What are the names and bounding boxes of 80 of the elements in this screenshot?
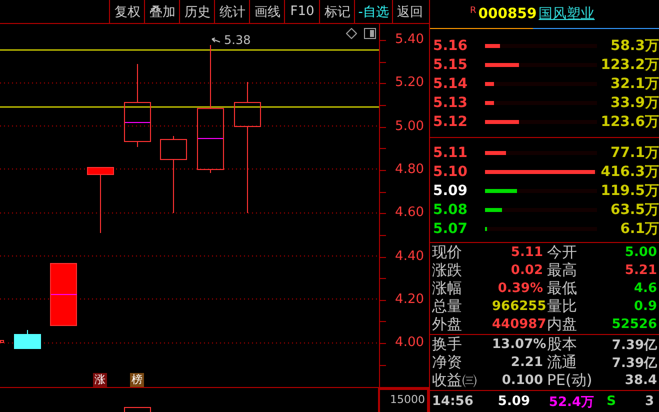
trade-count: 3 <box>644 394 654 409</box>
order-price: 5.13 <box>433 94 469 110</box>
stat-value: 5.21 <box>624 263 657 278</box>
stat-label: 总量 <box>432 297 463 316</box>
price-axis-label: 4.00 <box>395 336 424 350</box>
stat-value: 7.39亿 <box>610 336 657 354</box>
order-price: 5.11 <box>433 144 469 160</box>
order-volume: 119.5万 <box>600 182 659 200</box>
stat-label: 外盘 <box>432 315 463 334</box>
stat-value: 0.100 <box>500 373 543 388</box>
stat-label: 净资 <box>432 353 463 372</box>
order-volume: 58.3万 <box>609 36 659 54</box>
order-volume: 123.2万 <box>600 56 659 74</box>
stat-label: 换手 <box>432 335 463 354</box>
order-volume: 32.1万 <box>609 74 659 92</box>
trade-side: S <box>606 394 616 409</box>
panel-toggle-icon[interactable] <box>364 28 376 39</box>
price-axis-label: 5.40 <box>395 33 424 47</box>
stat-value: 0.39% <box>496 281 543 296</box>
order-price: 5.15 <box>433 56 469 72</box>
stat-label: 流通 <box>546 353 578 372</box>
price-axis-label: 4.40 <box>395 250 424 264</box>
stat-value: 5.00 <box>624 245 657 260</box>
order-volume: 123.6万 <box>600 112 659 130</box>
trade-volume: 52.4万 <box>548 394 594 410</box>
trade-price: 5.09 <box>496 394 530 409</box>
order-volume: 33.9万 <box>609 94 659 112</box>
stock-name[interactable]: 国风塑业 <box>538 5 595 23</box>
stat-value: 0.02 <box>510 263 543 278</box>
order-price: 5.07 <box>433 220 469 236</box>
stat-value: 52526 <box>610 317 657 332</box>
stat-value: 966255 <box>492 299 543 314</box>
price-axis-label: 4.60 <box>395 206 424 220</box>
order-volume: 6.1万 <box>619 220 659 238</box>
event-tag[interactable]: 涨 <box>93 373 107 387</box>
stat-label: 收益㈢ <box>432 371 478 390</box>
candlestick <box>50 263 78 326</box>
diamond-icon[interactable] <box>346 28 357 39</box>
order-price: 5.10 <box>433 164 469 180</box>
stat-label: 涨幅 <box>432 279 463 298</box>
price-axis-label: 4.20 <box>395 292 424 307</box>
stock-code: 000859 <box>478 6 537 22</box>
event-tag[interactable]: 榜 <box>130 373 144 387</box>
stat-value: 440987 <box>492 317 543 332</box>
toolbar-button[interactable]: -自选 <box>354 0 392 23</box>
order-volume: 77.1万 <box>609 144 659 162</box>
order-price: 5.09 <box>433 182 469 198</box>
stat-label: 最高 <box>546 261 578 280</box>
candlestick <box>14 330 41 349</box>
flag-label: R <box>470 6 476 16</box>
price-axis-label: 5.00 <box>395 120 424 134</box>
order-price: 5.12 <box>433 114 469 130</box>
stat-value: 7.39亿 <box>610 354 657 372</box>
max-price-label: 5.38 <box>224 34 251 47</box>
stat-label: 今开 <box>546 243 578 262</box>
candlestick <box>0 340 4 343</box>
stat-value: 2.21 <box>510 355 543 370</box>
stat-label: 涨跌 <box>432 261 463 280</box>
order-price: 5.14 <box>433 76 469 92</box>
order-price: 5.16 <box>433 38 469 54</box>
volume-axis-label: 15000 <box>378 388 429 412</box>
stat-value: 4.6 <box>632 281 657 296</box>
stat-label: PE(动) <box>546 371 594 390</box>
stat-label: 现价 <box>432 243 463 262</box>
price-axis-label: 5.20 <box>395 76 424 90</box>
order-price: 5.08 <box>433 202 469 218</box>
stat-label: 量比 <box>546 297 578 316</box>
candlestick <box>87 167 114 234</box>
arrow-icon <box>212 38 220 42</box>
price-axis-label: 4.80 <box>395 162 424 177</box>
stat-label: 内盘 <box>546 315 578 334</box>
stat-label: 股本 <box>546 335 578 354</box>
volume-bar <box>124 407 151 412</box>
stat-label: 最低 <box>546 279 578 298</box>
order-volume: 416.3万 <box>600 162 659 180</box>
stat-value: 0.9 <box>632 299 657 314</box>
stat-value: 5.11 <box>510 245 543 260</box>
order-volume: 63.5万 <box>609 200 659 218</box>
trade-time: 14:56 <box>432 394 474 409</box>
stat-value: 38.4 <box>624 373 657 388</box>
